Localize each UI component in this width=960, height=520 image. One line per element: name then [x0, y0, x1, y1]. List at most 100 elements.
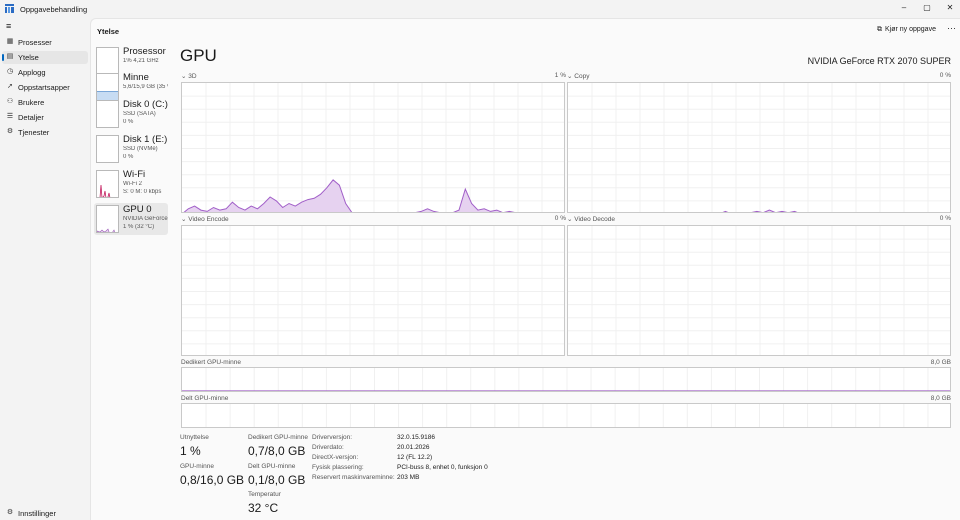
nav-item-innstillinger[interactable]: ⚙ Innstillinger: [2, 507, 88, 520]
memory-thumbnail-graph: [96, 73, 119, 101]
settings-gear-icon: ⚙: [6, 509, 14, 516]
minimize-button[interactable]: –: [894, 2, 914, 14]
device-usage: 0 %: [123, 154, 134, 160]
nav-item-label: Tjenester: [18, 128, 50, 137]
gpu-title: GPU: [180, 46, 217, 65]
nav-item-applogg[interactable]: ◷ Applogg: [2, 66, 88, 79]
device-item-disk-1[interactable]: Disk 1 (E:) SSD (NVMe) 0 %: [94, 133, 168, 165]
title-bar: Oppgavebehandling – ▢ ✕: [0, 0, 960, 18]
device-usage: 0 %: [123, 119, 134, 125]
engine-percent: 1 %: [554, 72, 566, 79]
graph-video-decode-svg: [568, 226, 950, 355]
nav-item-prosesser[interactable]: ▦ Prosesser: [2, 36, 88, 49]
device-item-gpu-0[interactable]: GPU 0 NVIDIA GeForce RTX 2070 SUPER 1 % …: [94, 203, 168, 235]
memory-usage-fill: [182, 428, 951, 429]
nav-item-oppstartsapper[interactable]: ➚ Oppstartsapper: [2, 81, 88, 94]
shared-memory-max: 8,0 GB: [930, 395, 951, 402]
performance-panel: Ytelse ⧉ Kjør ny oppgave ··· Prosessor 1%…: [90, 18, 960, 520]
device-subtitle: Wi-Fi 2: [123, 181, 142, 187]
performance-icon: ▤: [6, 53, 14, 60]
engine-percent: 0 %: [939, 215, 951, 222]
device-usage: S: 0 M: 0 kbps: [123, 189, 162, 195]
close-button[interactable]: ✕: [940, 2, 960, 14]
run-new-task-button[interactable]: ⧉ Kjør ny oppgave: [877, 26, 936, 34]
gpu-memory-label: GPU-minne: [180, 463, 214, 470]
shared-memory-stat-value: 0,1/8,0 GB: [248, 473, 306, 487]
nav-item-label: Prosesser: [18, 38, 52, 47]
graph-3d: [181, 82, 565, 213]
graph-dedicated-memory: [181, 367, 951, 392]
grid-icon: ▦: [6, 38, 14, 45]
detail-value: PCI-buss 8, enhet 0, funksjon 0: [397, 464, 488, 471]
device-subtitle: 1% 4,21 GHz: [123, 58, 159, 64]
engine-selector-video-encode[interactable]: ⌄ Video Encode: [181, 215, 229, 223]
shared-memory-stat-label: Delt GPU-minne: [248, 463, 296, 470]
wifi-thumbnail-graph: [96, 170, 119, 198]
services-icon: ⚙: [6, 128, 14, 135]
task-manager-icon: [5, 4, 14, 13]
detail-value: 32.0.15.9186: [397, 434, 435, 441]
graph-copy-svg: [568, 83, 950, 212]
nav-item-label: Innstillinger: [18, 509, 56, 518]
device-name: Minne: [123, 72, 149, 83]
graph-shared-memory-svg: [182, 404, 951, 429]
users-icon: ⚇: [6, 98, 14, 105]
list-icon: ☰: [6, 113, 14, 120]
engine-percent: 0 %: [939, 72, 951, 79]
device-name: Wi-Fi: [123, 169, 146, 180]
dedicated-memory-max: 8,0 GB: [930, 359, 951, 366]
nav-item-tjenester[interactable]: ⚙ Tjenester: [2, 126, 88, 139]
maximize-button[interactable]: ▢: [917, 2, 937, 14]
detail-key: Fysisk plassering:: [312, 464, 364, 471]
disk-1-thumbnail-graph: [96, 135, 119, 163]
detail-value: 20.01.2026: [397, 444, 430, 451]
device-item-wifi[interactable]: Wi-Fi Wi-Fi 2 S: 0 M: 0 kbps: [94, 168, 168, 200]
engine-name: Video Encode: [188, 216, 229, 223]
dedicated-memory-stat-value: 0,7/8,0 GB: [248, 444, 306, 458]
engine-selector-video-decode[interactable]: ⌄ Video Decode: [567, 215, 615, 223]
device-name: Disk 0 (C:): [123, 99, 168, 110]
engine-name: Copy: [574, 73, 590, 80]
history-icon: ◷: [6, 68, 14, 75]
engine-name: 3D: [188, 73, 197, 80]
engine-selector-copy[interactable]: ⌄ Copy: [567, 72, 589, 80]
more-options-button[interactable]: ···: [947, 23, 956, 33]
nav-item-brukere[interactable]: ⚇ Brukere: [2, 96, 88, 109]
engine-name: Video Decode: [574, 216, 615, 223]
device-subtitle: SSD (SATA): [123, 111, 156, 117]
detail-value: 12 (FL 12.2): [397, 454, 433, 461]
graph-copy: [567, 82, 951, 213]
dedicated-memory-label: Dedikert GPU-minne: [181, 359, 241, 366]
nav-item-ytelse[interactable]: ▤ Ytelse: [2, 51, 88, 64]
run-new-task-label: Kjør ny oppgave: [885, 26, 936, 33]
rocket-icon: ➚: [7, 83, 13, 90]
graph-dedicated-memory-svg: [182, 368, 950, 391]
run-task-icon: ⧉: [877, 26, 882, 33]
nav-item-detaljer[interactable]: ☰ Detaljer: [2, 111, 88, 124]
device-name: Disk 1 (E:): [123, 134, 168, 145]
graph-3d-svg: [182, 83, 564, 212]
detail-key: Driverdato:: [312, 444, 344, 451]
engine-selector-3d[interactable]: ⌄ 3D: [181, 72, 197, 80]
disk-0-thumbnail-graph: [96, 100, 119, 128]
utilization-label: Utnyttelse: [180, 434, 209, 441]
gpu-model: NVIDIA GeForce RTX 2070 SUPER: [807, 56, 951, 66]
device-item-disk-0[interactable]: Disk 0 (C:) SSD (SATA) 0 %: [94, 98, 168, 130]
gpu-memory-value: 0,8/16,0 GB: [180, 473, 245, 487]
graph-video-decode: [567, 225, 951, 356]
engine-percent: 0 %: [554, 215, 566, 222]
detail-key: Driverversjon:: [312, 434, 353, 441]
device-subtitle: NVIDIA GeForce RTX 2070 SUPER: [123, 216, 168, 222]
device-name: GPU 0: [123, 204, 152, 215]
window-title: Oppgavebehandling: [20, 5, 88, 14]
temperature-label: Temperatur: [248, 491, 281, 498]
dedicated-memory-stat-label: Dedikert GPU-minne: [248, 434, 308, 441]
detail-key: DirectX-versjon:: [312, 454, 359, 461]
device-subtitle: 5,6/15,9 GB (35 %): [123, 84, 168, 90]
nav-item-label: Oppstartsapper: [18, 83, 70, 92]
detail-key: Reservert maskinvareminne:: [312, 474, 395, 481]
device-subtitle: SSD (NVMe): [123, 146, 158, 152]
detail-value: 203 MB: [397, 474, 420, 481]
temperature-value: 32 °C: [248, 501, 279, 515]
hamburger-menu-icon[interactable]: ≡: [6, 22, 11, 31]
